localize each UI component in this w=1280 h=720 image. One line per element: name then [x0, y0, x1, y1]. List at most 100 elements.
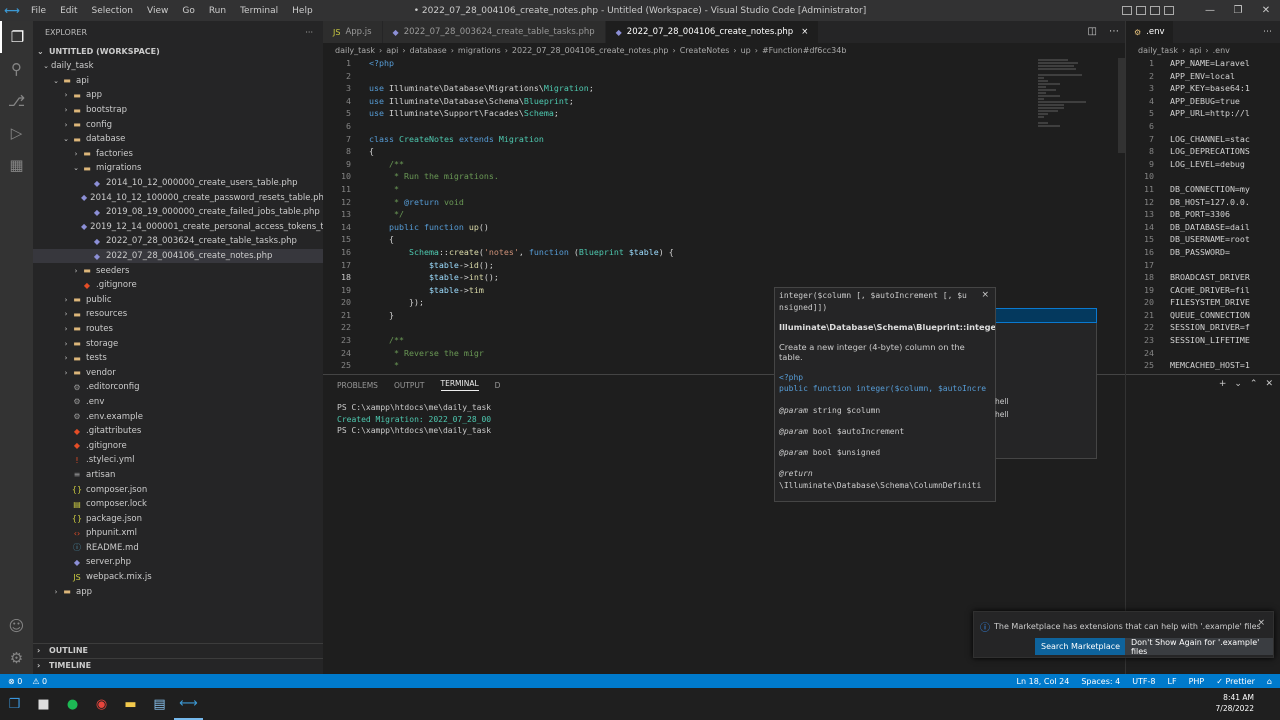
settings-gear-icon[interactable]: ⚙	[0, 642, 33, 674]
windows-start-icon[interactable]: ❒	[0, 688, 29, 720]
menu-item-view[interactable]: View	[140, 6, 175, 16]
breadcrumb-item[interactable]: .env	[1213, 46, 1230, 55]
customize-layout-icon[interactable]	[1164, 6, 1174, 15]
editor-scrollbar[interactable]	[1118, 58, 1125, 153]
tree-item[interactable]: › ▬ routes	[33, 322, 323, 337]
tree-item[interactable]: ⓘ README.md	[33, 541, 323, 556]
env-editor[interactable]: 1 APP_NAME=Laravel 2 APP_ENV=local 3 APP_KEY=…	[1126, 58, 1280, 373]
close-notification-icon[interactable]: ×	[1257, 618, 1265, 628]
explorer-more-actions-icon[interactable]: ···	[305, 28, 313, 37]
tree-item[interactable]: {} composer.json	[33, 482, 323, 497]
notifications-bell-icon[interactable]: ⌂	[1267, 677, 1272, 686]
search-marketplace-button[interactable]: Search Marketplace	[1035, 638, 1127, 655]
menu-item-terminal[interactable]: Terminal	[233, 6, 285, 16]
close-tab-icon[interactable]: ×	[801, 27, 808, 37]
menu-item-edit[interactable]: Edit	[53, 6, 84, 16]
breadcrumb-item[interactable]: api	[386, 46, 398, 55]
vscode-taskbar-icon[interactable]: ⟷	[174, 688, 203, 720]
tree-item[interactable]: ◆ .gitattributes	[33, 424, 323, 439]
taskbar-clock[interactable]: 8:41 AM 7/28/2022	[1216, 692, 1254, 714]
panel-tab-problems[interactable]: PROBLEMS	[337, 381, 378, 390]
warnings-status[interactable]: ⚠ 0	[32, 677, 47, 686]
file-explorer-icon[interactable]: ▬	[116, 688, 145, 720]
tree-item[interactable]: ◆ .gitignore	[33, 278, 323, 293]
toggle-secondary-sidebar-icon[interactable]	[1150, 6, 1160, 15]
toggle-panel-icon[interactable]	[1136, 6, 1146, 15]
menu-item-run[interactable]: Run	[202, 6, 233, 16]
breadcrumb-item[interactable]: daily_task	[335, 46, 375, 55]
encoding[interactable]: UTF-8	[1132, 677, 1155, 686]
tree-item[interactable]: ◆ 2014_10_12_100000_create_password_reset…	[33, 190, 323, 205]
close-details-icon[interactable]: ×	[981, 290, 989, 300]
tree-item[interactable]: ◆ 2014_10_12_000000_create_users_table.ph…	[33, 176, 323, 191]
terminal-instance[interactable]: hell	[995, 408, 1009, 421]
tree-item[interactable]: ! .styleci.yml	[33, 453, 323, 468]
menu-item-go[interactable]: Go	[175, 6, 201, 16]
tree-item[interactable]: › ▬ vendor	[33, 365, 323, 380]
timeline-section[interactable]: › TIMELINE	[33, 658, 323, 672]
tree-item[interactable]: ⌄ ▬ database	[33, 132, 323, 147]
breadcrumb-item[interactable]: #Function#df6cc34b	[762, 46, 846, 55]
tree-item[interactable]: ‹› phpunit.xml	[33, 526, 323, 541]
notepad-icon[interactable]: ▤	[145, 688, 174, 720]
dont-show-again-button[interactable]: Don't Show Again for '.example' files	[1125, 638, 1273, 656]
breadcrumb-item[interactable]: up	[741, 46, 751, 55]
editor-tab[interactable]: ◆ 2022_07_28_004106_create_notes.php ×	[605, 21, 820, 43]
editor-tab[interactable]: ◆ 2022_07_28_003624_create_table_tasks.ph…	[382, 21, 606, 43]
breadcrumb-item[interactable]: CreateNotes	[680, 46, 730, 55]
outline-section[interactable]: › OUTLINE	[33, 643, 323, 657]
more-actions-icon[interactable]: ⋯	[1109, 26, 1119, 37]
panel-tab-terminal[interactable]: TERMINAL	[440, 379, 479, 391]
chrome-icon[interactable]: ◉	[87, 688, 116, 720]
tree-item[interactable]: {} package.json	[33, 511, 323, 526]
breadcrumb-item[interactable]: database	[410, 46, 447, 55]
source-control-icon[interactable]: ⎇	[0, 85, 33, 117]
tree-item[interactable]: ◆ server.php	[33, 555, 323, 570]
breadcrumb-item[interactable]: 2022_07_28_004106_create_notes.php	[512, 46, 669, 55]
tree-item[interactable]: JS webpack.mix.js	[33, 570, 323, 585]
language-mode[interactable]: PHP	[1189, 677, 1205, 686]
account-icon[interactable]: ☺	[0, 610, 33, 642]
panel-tab-output[interactable]: OUTPUT	[394, 381, 425, 390]
breadcrumb-item[interactable]: api	[1189, 46, 1201, 55]
tree-item[interactable]: › ▬ storage	[33, 336, 323, 351]
menu-item-file[interactable]: File	[24, 6, 53, 16]
tree-item[interactable]: ◆ 2022_07_28_003624_create_table_tasks.ph…	[33, 234, 323, 249]
prettier-status[interactable]: ✓ Prettier	[1216, 677, 1255, 686]
explorer-icon[interactable]: ❐	[0, 21, 33, 53]
tree-item[interactable]: › ▬ resources	[33, 307, 323, 322]
maximize-button[interactable]: ❐	[1224, 5, 1252, 16]
search-icon[interactable]: ⚲	[0, 53, 33, 85]
breadcrumb-item[interactable]: migrations	[458, 46, 501, 55]
menu-item-selection[interactable]: Selection	[85, 6, 140, 16]
more-actions-icon[interactable]: ⋯	[1263, 27, 1272, 37]
tree-item[interactable]: › ▬ seeders	[33, 263, 323, 278]
tree-item[interactable]: ≡ artisan	[33, 468, 323, 483]
maximize-panel-icon[interactable]: ⌃	[1250, 379, 1258, 389]
menu-item-help[interactable]: Help	[285, 6, 320, 16]
tree-item[interactable]: ◆ 2019_12_14_000001_create_personal_acces…	[33, 220, 323, 235]
chevron-down-icon[interactable]: ⌄	[1234, 379, 1242, 389]
tree-item[interactable]: › ▬ public	[33, 293, 323, 308]
run-debug-icon[interactable]: ▷	[0, 117, 33, 149]
editor-tab[interactable]: JS App.js	[323, 21, 383, 43]
tree-item[interactable]: ⚙ .env.example	[33, 409, 323, 424]
new-terminal-icon[interactable]: +	[1219, 379, 1227, 389]
tree-item[interactable]: ⌄ ▬ api	[33, 74, 323, 89]
tree-item[interactable]: ◆ .gitignore	[33, 438, 323, 453]
tree-item[interactable]: ⚙ .editorconfig	[33, 380, 323, 395]
minimap[interactable]	[1038, 58, 1118, 158]
tree-item[interactable]: › ▬ app	[33, 584, 323, 599]
tree-item[interactable]: › ▬ bootstrap	[33, 103, 323, 118]
extensions-icon[interactable]: ▦	[0, 149, 33, 181]
tree-item[interactable]: ◆ 2022_07_28_004106_create_notes.php	[33, 248, 323, 264]
errors-status[interactable]: ⊗ 0	[8, 677, 22, 686]
tab-env[interactable]: ⚙ .env	[1126, 21, 1173, 43]
tree-item[interactable]: ◆ 2019_08_19_000000_create_failed_jobs_ta…	[33, 205, 323, 220]
tree-item[interactable]: ⚙ .env	[33, 395, 323, 410]
workspace-root[interactable]: ⌄ UNTITLED (WORKSPACE)	[33, 43, 323, 59]
tree-item[interactable]: › ▬ factories	[33, 147, 323, 162]
tree-item[interactable]: › ▬ config	[33, 117, 323, 132]
indentation[interactable]: Spaces: 4	[1081, 677, 1120, 686]
terminal-instance[interactable]: hell	[995, 395, 1009, 408]
